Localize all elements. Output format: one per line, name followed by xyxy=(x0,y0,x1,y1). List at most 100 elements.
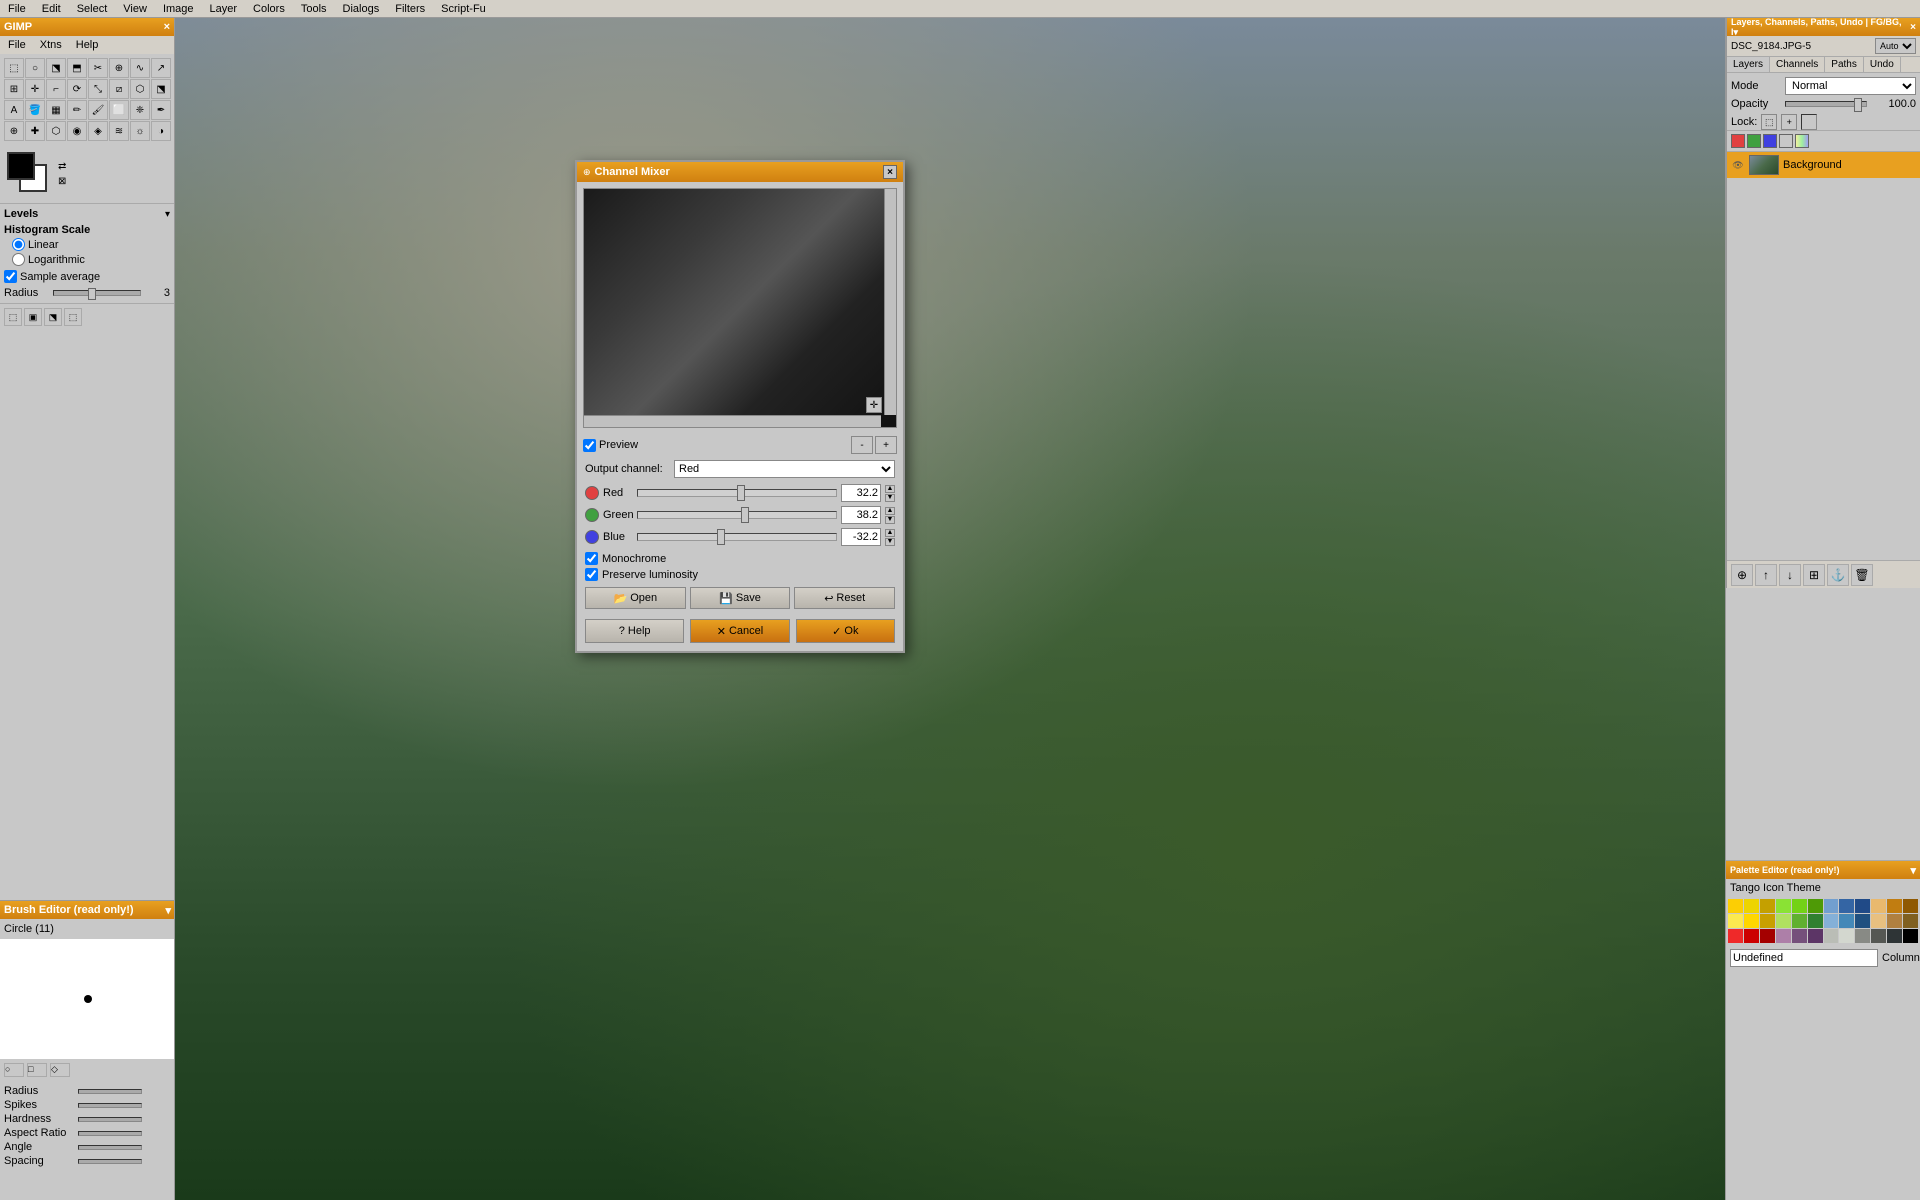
palette-color-swatch[interactable] xyxy=(1855,929,1870,943)
palette-color-swatch[interactable] xyxy=(1776,929,1791,943)
brush-shape-diamond[interactable]: ◇ xyxy=(50,1063,70,1077)
palette-color-swatch[interactable] xyxy=(1728,929,1743,943)
tool-rect-select[interactable]: ⬚ xyxy=(4,58,24,78)
tool-shear[interactable]: ⧄ xyxy=(109,79,129,99)
palette-color-swatch[interactable] xyxy=(1728,914,1743,928)
tool-smudge[interactable]: ≋ xyxy=(109,121,129,141)
dialog-titlebar[interactable]: ⊕ Channel Mixer × xyxy=(577,162,903,182)
green-value-box[interactable]: 38.2 xyxy=(841,506,881,524)
palette-color-swatch[interactable] xyxy=(1744,914,1759,928)
monochrome-row[interactable]: Monochrome xyxy=(585,552,895,565)
preview-scrollbar-horizontal[interactable] xyxy=(584,415,881,427)
lock-position-btn[interactable]: + xyxy=(1781,114,1797,130)
palette-search-input[interactable] xyxy=(1730,949,1878,967)
menu-image[interactable]: Image xyxy=(159,3,198,15)
preview-checkbox[interactable] xyxy=(583,439,596,452)
palette-color-swatch[interactable] xyxy=(1824,929,1839,943)
save-button[interactable]: 💾 Save xyxy=(690,587,791,609)
brush-spikes-slider[interactable] xyxy=(78,1103,142,1108)
channel-mixer-dialog[interactable]: ⊕ Channel Mixer × ✛ Preview - + xyxy=(575,160,905,653)
delete-layer-btn[interactable]: 🗑 xyxy=(1851,564,1873,586)
palette-color-swatch[interactable] xyxy=(1887,899,1902,913)
tool-blend[interactable]: ▦ xyxy=(46,100,66,120)
palette-color-swatch[interactable] xyxy=(1792,899,1807,913)
tool-by-color[interactable]: ⊕ xyxy=(109,58,129,78)
linear-radio[interactable]: Linear xyxy=(12,238,170,251)
tool-option-btn-4[interactable]: ⬚ xyxy=(64,308,82,326)
tool-scale[interactable]: ⤡ xyxy=(88,79,108,99)
red-value-box[interactable]: 32.2 xyxy=(841,484,881,502)
menu-select[interactable]: Select xyxy=(73,3,112,15)
palette-color-swatch[interactable] xyxy=(1744,929,1759,943)
preserve-luminosity-row[interactable]: Preserve luminosity xyxy=(585,568,895,581)
sample-avg-checkbox[interactable]: Sample average xyxy=(4,270,170,283)
palette-color-swatch[interactable] xyxy=(1903,914,1918,928)
new-layer-btn[interactable]: ⊕ xyxy=(1731,564,1753,586)
tool-burn[interactable]: ◑ xyxy=(151,121,171,141)
indexed-icon[interactable] xyxy=(1795,134,1809,148)
lower-layer-btn[interactable]: ↓ xyxy=(1779,564,1801,586)
blue-value-box[interactable]: -32.2 xyxy=(841,528,881,546)
palette-color-swatch[interactable] xyxy=(1855,899,1870,913)
green-channel-icon[interactable] xyxy=(1747,134,1761,148)
tool-option-btn-2[interactable]: ▣ xyxy=(24,308,42,326)
tool-perspective[interactable]: ⬡ xyxy=(130,79,150,99)
tool-move[interactable]: ✛ xyxy=(25,79,45,99)
tool-dodge[interactable]: ☼ xyxy=(130,121,150,141)
toolbox-menu-file[interactable]: File xyxy=(4,39,30,51)
tool-free-select[interactable]: ⬔ xyxy=(46,58,66,78)
brush-aspect-ratio-slider[interactable] xyxy=(78,1131,142,1136)
toolbox-menu-help[interactable]: Help xyxy=(72,39,103,51)
palette-color-swatch[interactable] xyxy=(1871,929,1886,943)
blue-slider[interactable] xyxy=(637,533,837,541)
palette-color-swatch[interactable] xyxy=(1887,914,1902,928)
tool-clone[interactable]: ⊕ xyxy=(4,121,24,141)
layer-item-background[interactable]: 👁 Background xyxy=(1727,152,1920,178)
palette-color-swatch[interactable] xyxy=(1760,899,1775,913)
tool-foreground-select[interactable]: ↗ xyxy=(151,58,171,78)
menu-file[interactable]: File xyxy=(4,3,30,15)
palette-color-swatch[interactable] xyxy=(1855,914,1870,928)
layer-visibility-eye[interactable]: 👁 xyxy=(1731,158,1745,172)
tool-option-btn-3[interactable]: ⬔ xyxy=(44,308,62,326)
cancel-action-button[interactable]: ✕ Cancel xyxy=(690,619,789,643)
lock-pixels-btn[interactable]: ⬚ xyxy=(1761,114,1777,130)
foreground-color-swatch[interactable] xyxy=(7,152,35,180)
palette-color-swatch[interactable] xyxy=(1792,914,1807,928)
palette-color-swatch[interactable] xyxy=(1839,914,1854,928)
tool-eraser[interactable]: ⬜ xyxy=(109,100,129,120)
tool-perspective-clone[interactable]: ⬡ xyxy=(46,121,66,141)
logarithmic-radio[interactable]: Logarithmic xyxy=(12,253,170,266)
menu-colors[interactable]: Colors xyxy=(249,3,289,15)
brush-shape-circle[interactable]: ○ xyxy=(4,1063,24,1077)
duplicate-layer-btn[interactable]: ⊞ xyxy=(1803,564,1825,586)
preview-scrollbar-vertical[interactable] xyxy=(884,189,896,415)
palette-color-swatch[interactable] xyxy=(1744,899,1759,913)
tool-blur[interactable]: ◉ xyxy=(67,121,87,141)
mode-dropdown[interactable]: Normal xyxy=(1785,77,1916,95)
output-channel-select[interactable]: Red Green Blue xyxy=(674,460,895,478)
tool-iscissors[interactable]: ∿ xyxy=(130,58,150,78)
palette-color-swatch[interactable] xyxy=(1824,914,1839,928)
red-channel-icon[interactable] xyxy=(1731,134,1745,148)
palette-color-swatch[interactable] xyxy=(1887,929,1902,943)
tab-paths[interactable]: Paths xyxy=(1825,57,1864,72)
raise-layer-btn[interactable]: ↑ xyxy=(1755,564,1777,586)
palette-color-swatch[interactable] xyxy=(1808,914,1823,928)
ok-action-button[interactable]: ✓ Ok xyxy=(796,619,895,643)
dialog-close-btn[interactable]: × xyxy=(883,165,897,179)
green-dec-btn[interactable]: ▼ xyxy=(885,516,895,524)
palette-color-swatch[interactable] xyxy=(1760,929,1775,943)
palette-color-swatch[interactable] xyxy=(1839,929,1854,943)
tool-sharpen[interactable]: ◈ xyxy=(88,121,108,141)
brush-radius-slider[interactable] xyxy=(78,1089,142,1094)
palette-color-swatch[interactable] xyxy=(1839,899,1854,913)
tool-ink[interactable]: ✒ xyxy=(151,100,171,120)
toolbox-menu-xtns[interactable]: Xtns xyxy=(36,39,66,51)
brush-angle-slider[interactable] xyxy=(78,1145,142,1150)
menu-script-fu[interactable]: Script-Fu xyxy=(437,3,490,15)
tab-channels[interactable]: Channels xyxy=(1770,57,1825,72)
tool-heal[interactable]: ✚ xyxy=(25,121,45,141)
tool-option-btn-1[interactable]: ⬚ xyxy=(4,308,22,326)
tab-undo[interactable]: Undo xyxy=(1864,57,1901,72)
